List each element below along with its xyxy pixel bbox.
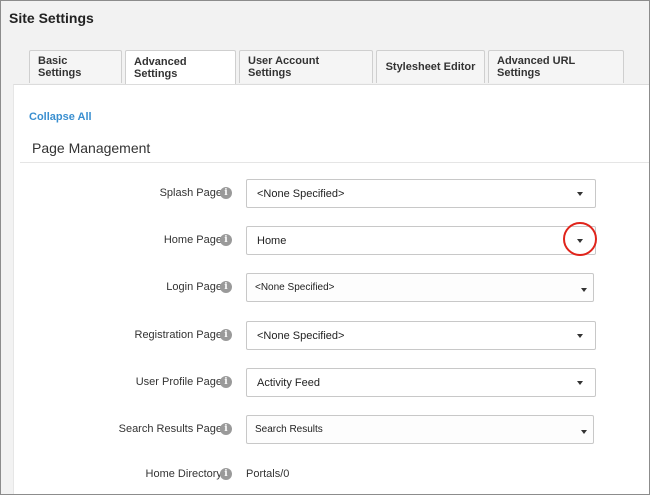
splash-page-row: Splash Page: i <None Specified>: [14, 179, 650, 209]
home-page-select[interactable]: Home: [246, 226, 596, 255]
user-profile-page-label: User Profile Page:: [135, 376, 225, 388]
tab-stylesheet-editor[interactable]: Stylesheet Editor: [376, 50, 485, 83]
user-profile-page-value: Activity Feed: [257, 376, 320, 389]
home-page-row: Home Page: i Home: [14, 226, 650, 256]
registration-page-select[interactable]: <None Specified>: [246, 321, 596, 350]
login-page-row: Login Page: i <None Specified>: [14, 273, 650, 303]
info-icon[interactable]: i: [220, 329, 232, 341]
chevron-down-icon[interactable]: [577, 192, 583, 196]
tab-advanced-url-settings[interactable]: Advanced URL Settings: [488, 50, 624, 83]
login-page-value: <None Specified>: [255, 282, 335, 293]
login-page-label: Login Page:: [166, 281, 225, 293]
collapse-all-link[interactable]: Collapse All: [29, 111, 92, 123]
chevron-down-icon[interactable]: [581, 288, 587, 292]
user-profile-page-row: User Profile Page: i Activity Feed: [14, 368, 650, 398]
splash-page-select[interactable]: <None Specified>: [246, 179, 596, 208]
info-icon[interactable]: i: [220, 187, 232, 199]
info-icon[interactable]: i: [220, 376, 232, 388]
tab-basic-settings[interactable]: Basic Settings: [29, 50, 122, 83]
tab-content: Collapse All Page Management Splash Page…: [13, 84, 649, 494]
chevron-down-icon[interactable]: [577, 239, 583, 243]
registration-page-label: Registration Page:: [134, 329, 226, 341]
section-title: Page Management: [32, 140, 151, 156]
search-results-page-select[interactable]: Search Results: [246, 415, 594, 444]
info-icon[interactable]: i: [220, 234, 232, 246]
splash-page-value: <None Specified>: [257, 187, 345, 200]
chevron-down-icon[interactable]: [577, 381, 583, 385]
registration-page-row: Registration Page: i <None Specified>: [14, 321, 650, 351]
chevron-down-icon[interactable]: [581, 430, 587, 434]
page-title: Site Settings: [9, 10, 94, 26]
splash-page-label: Splash Page:: [159, 187, 225, 199]
tab-user-account-settings[interactable]: User Account Settings: [239, 50, 373, 83]
info-icon[interactable]: i: [220, 468, 232, 480]
home-directory-label: Home Directory:: [145, 468, 225, 480]
login-page-select[interactable]: <None Specified>: [246, 273, 594, 302]
info-icon[interactable]: i: [220, 281, 232, 293]
home-directory-row: Home Directory: i Portals/0: [14, 460, 650, 490]
home-page-label: Home Page:: [163, 234, 225, 246]
registration-page-value: <None Specified>: [257, 329, 345, 342]
info-icon[interactable]: i: [220, 423, 232, 435]
tab-advanced-settings[interactable]: Advanced Settings: [125, 50, 236, 84]
home-directory-value: Portals/0: [246, 468, 290, 480]
user-profile-page-select[interactable]: Activity Feed: [246, 368, 596, 397]
home-page-value: Home: [257, 234, 287, 247]
settings-tabs: Basic Settings Advanced Settings User Ac…: [29, 50, 624, 84]
section-divider: [20, 162, 649, 163]
site-settings-panel: Site Settings Basic Settings Advanced Se…: [0, 0, 650, 495]
search-results-page-row: Search Results Page: i Search Results: [14, 415, 650, 445]
chevron-down-icon[interactable]: [577, 334, 583, 338]
search-results-page-value: Search Results: [255, 424, 323, 435]
search-results-page-label: Search Results Page:: [118, 423, 225, 435]
